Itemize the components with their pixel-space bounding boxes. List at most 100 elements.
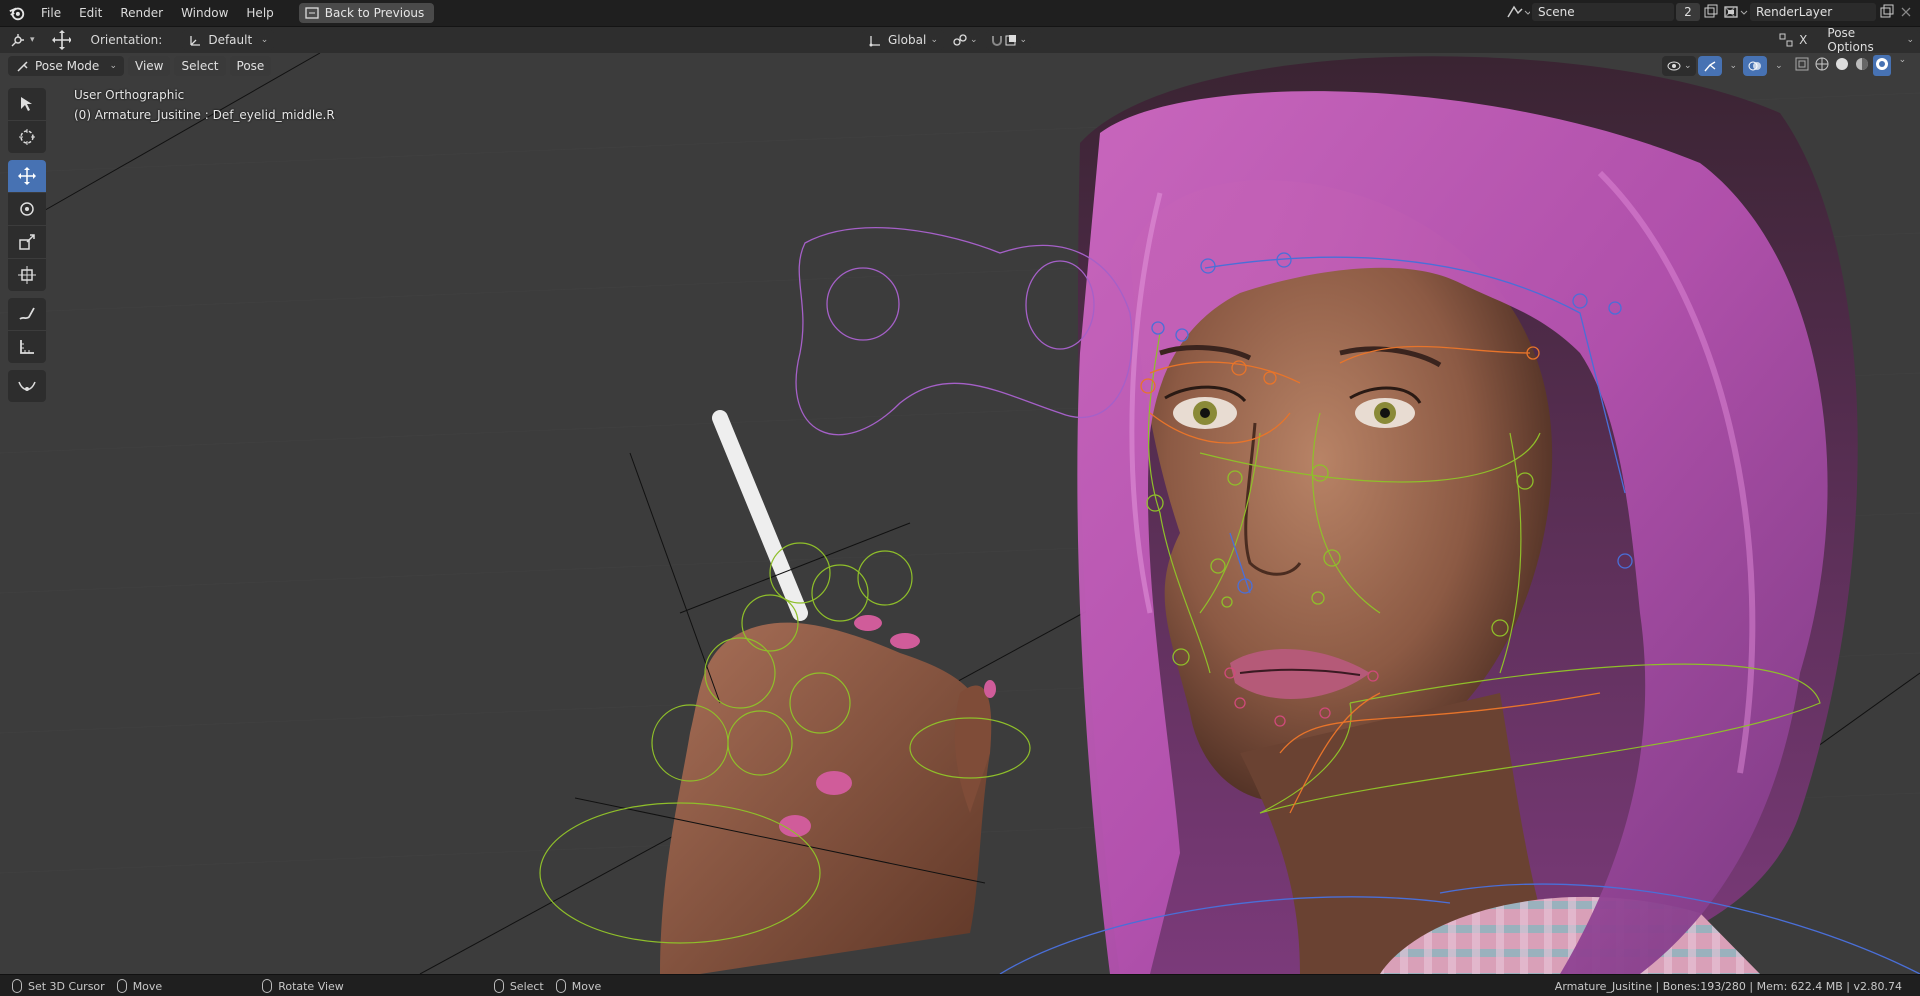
scene-name-field[interactable]: Scene bbox=[1532, 3, 1674, 21]
overlays-icon bbox=[1748, 61, 1762, 70]
transform-gizmo-icon[interactable] bbox=[51, 30, 71, 50]
gizmo-dropdown-caret[interactable]: ⌄ bbox=[1730, 61, 1738, 71]
mouse-left-icon bbox=[12, 979, 22, 993]
pose-options-label: Pose Options bbox=[1827, 26, 1874, 54]
measure-ruler-icon bbox=[20, 340, 34, 354]
eye-icon bbox=[1667, 61, 1681, 70]
rendered-shading-button[interactable] bbox=[1872, 55, 1891, 76]
mouse-right-icon bbox=[555, 979, 566, 993]
wireframe-shading-icon[interactable] bbox=[1813, 55, 1831, 73]
mirror-x-label[interactable]: X bbox=[1799, 33, 1807, 47]
active-object-text: (0) Armature_Jusitine : Def_eyelid_middl… bbox=[74, 108, 335, 122]
menu-file[interactable]: File bbox=[32, 0, 70, 26]
tool-scale[interactable] bbox=[8, 226, 46, 258]
tool-move[interactable] bbox=[8, 160, 46, 192]
scene-icon[interactable] bbox=[1504, 3, 1530, 21]
pose-mode-icon bbox=[17, 61, 28, 72]
hint-label: Select bbox=[509, 979, 544, 993]
render-layer-name: RenderLayer bbox=[1756, 5, 1833, 19]
tool-measure[interactable] bbox=[8, 331, 46, 363]
transform-orientation-dropdown[interactable]: Global ⌄ bbox=[862, 30, 944, 50]
3d-viewport-icon bbox=[11, 34, 24, 47]
viewport-subheader: Pose Mode ⌄ View Select Pose bbox=[0, 54, 272, 78]
mirror-x-icon[interactable] bbox=[1778, 32, 1793, 48]
tool-cursor[interactable] bbox=[8, 121, 46, 153]
editor-type-button[interactable]: ▾ bbox=[8, 30, 37, 50]
pivot-link-icon bbox=[953, 34, 967, 46]
hint-label: Rotate View bbox=[278, 979, 344, 993]
menu-edit[interactable]: Edit bbox=[70, 0, 111, 26]
view-name: User Orthographic bbox=[74, 88, 185, 102]
orientation-label: Orientation: bbox=[90, 33, 163, 47]
mode-value: Pose Mode bbox=[35, 59, 100, 73]
tool-breakdowner[interactable] bbox=[8, 370, 46, 402]
render-layer-field[interactable]: RenderLayer bbox=[1750, 3, 1876, 21]
tool-annotate[interactable] bbox=[8, 298, 46, 330]
blender-logo-icon[interactable] bbox=[8, 4, 26, 22]
back-to-previous-label: Back to Previous bbox=[324, 6, 425, 20]
3d-cursor-icon bbox=[19, 129, 35, 145]
orientation-dropdown[interactable]: Default ⌄ bbox=[182, 30, 275, 50]
orientation-axes-icon bbox=[190, 36, 201, 46]
status-bar: Set 3D Cursor Move Rotate View Select Mo… bbox=[0, 974, 1920, 996]
scale-icon bbox=[19, 234, 35, 250]
visibility-dropdown[interactable]: ⌄ bbox=[1662, 55, 1696, 76]
xray-icon[interactable] bbox=[1793, 55, 1811, 73]
tool-select-box[interactable] bbox=[8, 88, 46, 120]
menu-help[interactable]: Help bbox=[237, 0, 282, 26]
pose-breakdowner-icon bbox=[18, 381, 36, 391]
3d-viewport[interactable]: ⌄ ⌄ ⌄ ⌄ User Orthographic (0) Armature_J… bbox=[0, 53, 1920, 974]
viewport-header: ▾ Orientation: Default ⌄ Global ⌄ ⌄ ⌄ X bbox=[0, 26, 1920, 54]
cigarette bbox=[712, 410, 808, 621]
scene-name: Scene bbox=[1538, 5, 1575, 19]
solid-shading-icon[interactable] bbox=[1833, 55, 1851, 73]
overlays-toggle[interactable] bbox=[1743, 55, 1768, 76]
scene-stats: Armature_Jusitine | Bones:193/280 | Mem:… bbox=[1554, 979, 1902, 993]
duplicate-layer-icon[interactable] bbox=[1878, 3, 1896, 21]
snap-dropdown[interactable]: ⌄ bbox=[985, 30, 1032, 50]
rotate-icon bbox=[20, 202, 34, 216]
viewport-render bbox=[0, 53, 1920, 974]
overlays-dropdown-caret[interactable]: ⌄ bbox=[1775, 61, 1783, 71]
transform-icon bbox=[18, 266, 36, 284]
material-shading-icon[interactable] bbox=[1853, 55, 1871, 73]
menu-render[interactable]: Render bbox=[111, 0, 172, 26]
scene-selector: Scene 2 bbox=[1504, 3, 1738, 21]
menu-select[interactable]: Select bbox=[174, 56, 226, 76]
status-hint-move-2: Move bbox=[555, 979, 602, 993]
shading-dropdown-caret[interactable]: ⌄ bbox=[1899, 55, 1907, 76]
annotate-pen-icon bbox=[19, 307, 35, 320]
fullscreen-back-icon bbox=[305, 7, 319, 19]
render-layer-selector: RenderLayer bbox=[1722, 3, 1914, 21]
render-layer-icon[interactable] bbox=[1722, 3, 1748, 21]
transform-space-value: Global bbox=[888, 33, 927, 47]
rendered-shading-icon bbox=[1875, 58, 1888, 70]
status-hint-set-cursor: Set 3D Cursor bbox=[12, 979, 105, 993]
delete-layer-icon[interactable] bbox=[1898, 3, 1914, 21]
move-icon bbox=[18, 167, 36, 185]
hint-label: Set 3D Cursor bbox=[28, 979, 105, 993]
menu-view[interactable]: View bbox=[128, 56, 171, 76]
mouse-left-icon bbox=[493, 979, 504, 993]
pose-options-dropdown[interactable]: Pose Options ⌄ bbox=[1821, 26, 1920, 54]
global-axes-icon bbox=[869, 36, 880, 47]
duplicate-scene-icon[interactable] bbox=[1702, 3, 1720, 21]
pivot-point-dropdown[interactable]: ⌄ bbox=[948, 30, 982, 50]
menu-window[interactable]: Window bbox=[172, 0, 237, 26]
status-hint-select: Select bbox=[493, 979, 544, 993]
tool-transform[interactable] bbox=[8, 259, 46, 291]
menu-pose[interactable]: Pose bbox=[229, 56, 272, 76]
back-to-previous-button[interactable]: Back to Previous bbox=[298, 3, 435, 23]
status-hint-rotate: Rotate View bbox=[262, 979, 344, 993]
mouse-right-icon bbox=[116, 979, 127, 993]
tool-rotate[interactable] bbox=[8, 193, 46, 225]
shading-modes: ⌄ bbox=[1793, 55, 1907, 76]
mode-dropdown[interactable]: Pose Mode ⌄ bbox=[8, 56, 124, 76]
gizmo-toggle[interactable] bbox=[1697, 55, 1722, 76]
scene-user-count[interactable]: 2 bbox=[1676, 3, 1700, 21]
orientation-value: Default bbox=[208, 33, 253, 47]
snap-magnet-icon bbox=[991, 36, 1002, 46]
mouse-middle-icon bbox=[262, 979, 273, 993]
hint-label: Move bbox=[571, 979, 602, 993]
gizmo-icon bbox=[1704, 60, 1715, 71]
